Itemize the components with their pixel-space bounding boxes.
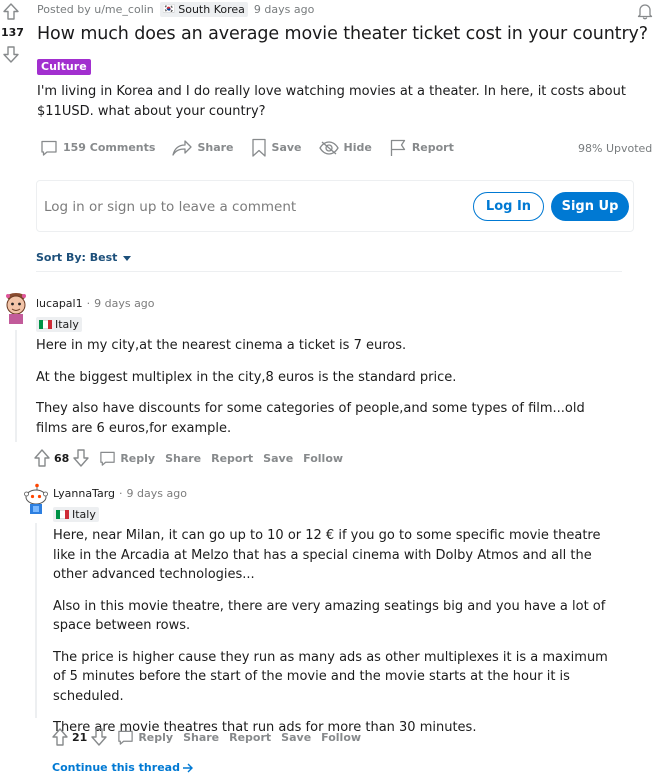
share-button[interactable]: Share [165, 452, 201, 465]
notification-bell-icon[interactable] [637, 2, 653, 20]
italy-flag-icon [56, 510, 69, 519]
comment-body: Here in my city,at the nearest cinema a … [36, 336, 611, 450]
post-score: 137 [1, 26, 24, 39]
korea-flag-icon: 🇰🇷 [162, 4, 176, 15]
avatar[interactable] [24, 483, 48, 515]
arrow-right-icon [182, 763, 193, 772]
report-label: Report [411, 141, 454, 154]
login-comment-box: Log in or sign up to leave a comment Log… [36, 180, 634, 232]
hide-eye-icon [318, 140, 339, 155]
upvote-ratio: 98% Upvoted [578, 142, 653, 155]
comments-count: 159 Comments [63, 141, 156, 154]
comment-paragraph: They also have discounts for some catego… [36, 401, 585, 436]
comment-paragraph: Here, near Milan, it can go up to 10 or … [53, 528, 601, 582]
reply-button[interactable]: Reply [99, 450, 155, 467]
user-flair-label: Italy [72, 508, 96, 521]
save-button[interactable]: Save [251, 138, 302, 157]
location-flair: 🇰🇷 South Korea [159, 2, 248, 17]
chevron-down-icon [123, 255, 132, 261]
save-label: Save [271, 141, 302, 154]
signup-button[interactable]: Sign Up [551, 192, 629, 221]
post-upvote-icon[interactable] [3, 3, 19, 20]
share-button[interactable]: Share [183, 731, 219, 744]
upvote-arrow-icon[interactable] [34, 449, 50, 467]
comment-score: 68 [54, 451, 70, 465]
downvote-arrow-icon[interactable] [91, 728, 108, 746]
avatar[interactable] [3, 291, 29, 325]
upvote-arrow-icon[interactable] [52, 728, 68, 746]
comment-actions: 68 Reply Share Report Save Follow [34, 449, 353, 467]
continue-thread-label: Continue this thread [52, 761, 180, 774]
post-author[interactable]: Posted by u/me_colin [37, 3, 154, 16]
comment-author[interactable]: lucapal1 [36, 297, 83, 310]
user-flair-label: Italy [55, 318, 79, 331]
report-button[interactable]: Report [229, 731, 271, 744]
comment-paragraph: At the biggest multiplex in the city,8 e… [36, 369, 457, 385]
post-downvote-icon[interactable] [3, 46, 19, 63]
hide-button[interactable]: Hide [318, 140, 372, 156]
comment-body: Here, near Milan, it can go up to 10 or … [53, 526, 621, 750]
comment-paragraph: The price is higher cause they run as ma… [53, 649, 608, 704]
follow-button[interactable]: Follow [321, 731, 361, 744]
comment-time: 9 days ago [94, 297, 155, 310]
downvote-arrow-icon[interactable] [73, 449, 90, 467]
comment-icon [41, 140, 57, 156]
comment-time: 9 days ago [126, 487, 187, 500]
post-body: I'm living in Korea and I do really love… [37, 84, 626, 119]
share-label: Share [197, 141, 234, 154]
divider [36, 271, 622, 272]
comment-icon [118, 730, 134, 745]
report-flag-icon [390, 139, 405, 156]
follow-button[interactable]: Follow [303, 452, 343, 465]
share-icon [172, 139, 193, 156]
share-button[interactable]: Share [172, 139, 234, 157]
post-time: 9 days ago [253, 3, 315, 16]
save-button[interactable]: Save [281, 731, 311, 744]
user-flair: Italy [53, 507, 99, 522]
reply-button[interactable]: Reply [117, 729, 173, 746]
user-flair: Italy [36, 317, 82, 332]
reply-label: Reply [120, 451, 156, 465]
thread-line[interactable] [15, 330, 17, 442]
hide-label: Hide [343, 141, 372, 154]
post-action-bar: 159 Comments Share Save Hide Report [40, 138, 471, 157]
post-flair[interactable]: Culture [37, 59, 91, 75]
comments-button[interactable]: 159 Comments [40, 139, 155, 157]
report-button[interactable]: Report [211, 452, 253, 465]
location-label: South Korea [178, 3, 245, 16]
comment-paragraph: Here in my city,at the nearest cinema a … [36, 338, 407, 353]
save-bookmark-icon [251, 138, 266, 157]
report-button[interactable]: Report [389, 139, 454, 157]
post-meta: Posted by u/me_colin 🇰🇷 South Korea 9 da… [37, 2, 314, 17]
thread-line[interactable] [35, 523, 37, 718]
post-title[interactable]: How much does an average movie theater t… [37, 24, 648, 44]
sort-dropdown[interactable]: Sort By: Best [36, 251, 133, 264]
login-prompt: Log in or sign up to leave a comment [44, 199, 297, 215]
comment-author[interactable]: LyannaTarg [53, 487, 115, 500]
sort-label: Sort By: Best [36, 251, 118, 264]
save-button[interactable]: Save [263, 452, 293, 465]
continue-thread-link[interactable]: Continue this thread [52, 761, 194, 774]
comment-icon [100, 451, 116, 466]
comment-score: 21 [72, 730, 88, 744]
login-button[interactable]: Log In [473, 192, 544, 221]
reply-label: Reply [138, 730, 174, 744]
italy-flag-icon [39, 320, 52, 329]
comment-actions: 21 Reply Share Report Save Follow [52, 728, 371, 746]
comment-paragraph: Also in this movie theatre, there are ve… [53, 598, 606, 634]
